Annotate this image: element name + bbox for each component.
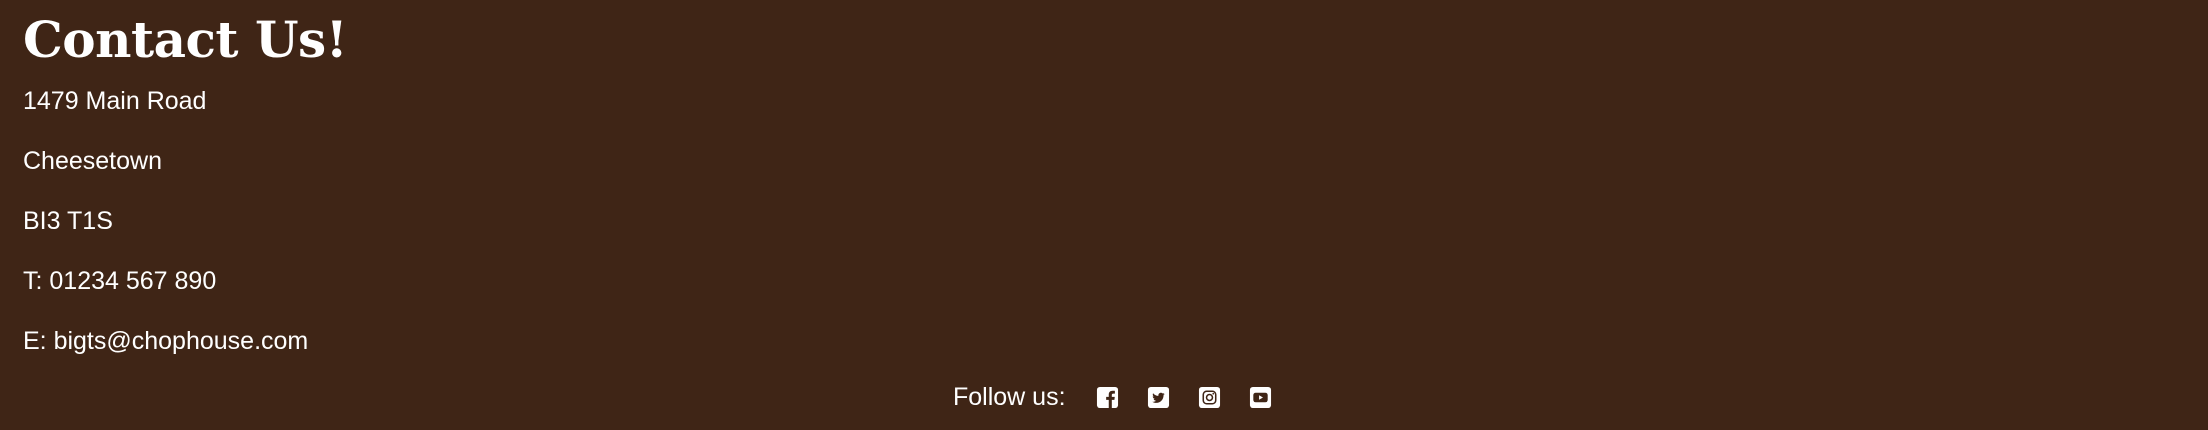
email-address: E: bigts@chophouse.com: [23, 327, 309, 355]
contact-heading: Contact Us!: [23, 10, 348, 69]
follow-us-label: Follow us:: [953, 383, 1066, 411]
postcode: BI3 T1S: [23, 207, 113, 235]
instagram-icon[interactable]: [1198, 386, 1221, 409]
youtube-icon[interactable]: [1249, 386, 1272, 409]
follow-us-bar: Follow us:: [953, 380, 1300, 414]
contact-details: 1479 Main Road Cheesetown BI3 T1S T: 012…: [23, 86, 347, 356]
address-line-2: Cheesetown: [23, 147, 162, 175]
twitter-icon[interactable]: [1147, 386, 1170, 409]
facebook-icon[interactable]: [1096, 386, 1119, 409]
address-line-1: 1479 Main Road: [23, 87, 207, 115]
phone-number: T: 01234 567 890: [23, 267, 217, 295]
contact-section: Contact Us! 1479 Main Road Cheesetown BI…: [23, 10, 348, 386]
